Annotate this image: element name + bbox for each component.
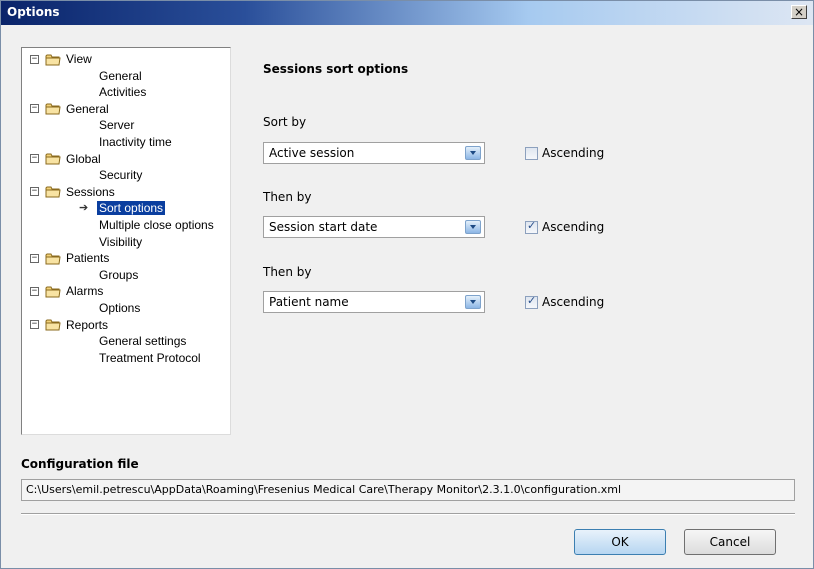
tree-item-inactivity-time[interactable]: Inactivity time (99, 134, 172, 150)
folder-icon (45, 152, 66, 165)
tree-item-label: Options (99, 301, 141, 315)
divider (21, 513, 795, 515)
collapse-icon[interactable]: − (30, 154, 39, 164)
checkbox-box[interactable] (525, 146, 538, 160)
options-tree[interactable]: − View General Activities − General Server Inac… (21, 47, 231, 435)
folder-icon (45, 252, 66, 265)
tree-item-label: General settings (99, 334, 187, 349)
tree-item-options[interactable]: Options (99, 300, 140, 316)
tree-item-label: Multiple close options (99, 218, 214, 232)
tree-item-general-settings[interactable]: General settings (99, 333, 186, 349)
folder-icon (45, 185, 66, 198)
then-by-dropdown-1[interactable]: Session start date (263, 216, 485, 238)
title-bar[interactable]: Options × (1, 1, 813, 25)
checkbox-box[interactable]: ✓ (525, 218, 538, 234)
then-by-value-2: Patient name (269, 295, 349, 309)
tree-item-label: Security (99, 168, 143, 183)
tree-item-server[interactable]: Server (99, 117, 134, 133)
sort-by-dropdown[interactable]: Active session (263, 142, 485, 164)
tree-group-general[interactable]: − General (30, 101, 109, 117)
folder-icon (45, 53, 66, 66)
check-mark: ✓ (527, 218, 537, 232)
sort-by-value: Active session (269, 146, 355, 160)
check-mark: ✓ (527, 293, 537, 307)
config-file-path[interactable]: C:\Users\emil.petrescu\AppData\Roaming\F… (21, 479, 795, 501)
arrow-right-icon: ➔ (79, 202, 89, 215)
tree-item-multiple-close-options[interactable]: Multiple close options (99, 217, 214, 233)
tree-group-label: Patients (66, 251, 110, 266)
tree-group-view[interactable]: − View (30, 51, 92, 67)
ascending-checkbox-3[interactable]: ✓ Ascending (525, 293, 605, 309)
then-by-label-1: Then by (263, 190, 312, 204)
close-button[interactable]: × (791, 5, 807, 19)
collapse-icon[interactable]: − (30, 320, 39, 330)
tree-item-security[interactable]: Security (99, 167, 142, 183)
tree-group-label: Sessions (66, 184, 115, 199)
tree-item-general[interactable]: General (99, 68, 142, 84)
tree-item-sort-options[interactable]: ➔ Sort options (79, 200, 166, 216)
collapse-icon[interactable]: − (30, 286, 39, 296)
ascending-label: Ascending (542, 146, 605, 160)
collapse-icon[interactable]: − (30, 104, 39, 114)
then-by-value-1: Session start date (269, 220, 378, 234)
sort-by-label: Sort by (263, 115, 307, 129)
tree-item-label: Server (99, 118, 135, 133)
collapse-icon[interactable]: − (30, 253, 39, 263)
tree-group-patients[interactable]: − Patients (30, 250, 109, 266)
collapse-icon[interactable]: − (30, 187, 39, 197)
tree-item-groups[interactable]: Groups (99, 267, 138, 283)
collapse-icon[interactable]: − (30, 54, 39, 64)
window-title: Options (7, 5, 60, 19)
ascending-label: Ascending (542, 220, 605, 234)
ascending-checkbox-1[interactable]: Ascending (525, 146, 604, 160)
then-by-dropdown-2[interactable]: Patient name (263, 291, 485, 313)
tree-group-global[interactable]: − Global (30, 151, 101, 167)
folder-icon (45, 102, 66, 115)
tree-item-visibility[interactable]: Visibility (99, 234, 142, 250)
then-by-label-2: Then by (263, 265, 312, 279)
tree-item-label: Visibility (99, 234, 143, 249)
tree-group-label: Global (66, 151, 101, 166)
ascending-checkbox-2[interactable]: ✓ Ascending (525, 218, 605, 234)
tree-group-label: Alarms (66, 284, 104, 299)
tree-group-sessions[interactable]: − Sessions (30, 184, 115, 200)
checkbox-box[interactable]: ✓ (525, 293, 538, 309)
options-dialog: Options × − View General Activities − General… (0, 0, 814, 569)
tree-item-treatment-protocol[interactable]: Treatment Protocol (99, 350, 201, 366)
tree-group-label: View (66, 52, 92, 66)
chevron-down-icon[interactable] (465, 146, 481, 160)
tree-item-label: Treatment Protocol (99, 350, 201, 365)
tree-item-label: Activities (99, 85, 147, 100)
ok-button[interactable]: OK (574, 529, 666, 555)
tree-item-label: Groups (99, 267, 139, 282)
tree-group-reports[interactable]: − Reports (30, 317, 108, 333)
chevron-down-icon[interactable] (465, 220, 481, 234)
tree-group-label: Reports (66, 317, 109, 332)
tree-item-activities[interactable]: Activities (99, 84, 146, 100)
tree-item-label: Sort options (97, 201, 166, 216)
folder-icon (45, 285, 66, 298)
ascending-label: Ascending (542, 295, 605, 309)
cancel-button[interactable]: Cancel (684, 529, 776, 555)
tree-item-label: Inactivity time (99, 135, 172, 149)
config-file-label: Configuration file (21, 457, 139, 471)
tree-item-label: General (99, 68, 142, 83)
chevron-down-icon[interactable] (465, 295, 481, 309)
tree-group-label: General (66, 101, 109, 116)
folder-icon (45, 318, 66, 331)
tree-group-alarms[interactable]: − Alarms (30, 283, 103, 299)
section-title: Sessions sort options (263, 62, 409, 76)
